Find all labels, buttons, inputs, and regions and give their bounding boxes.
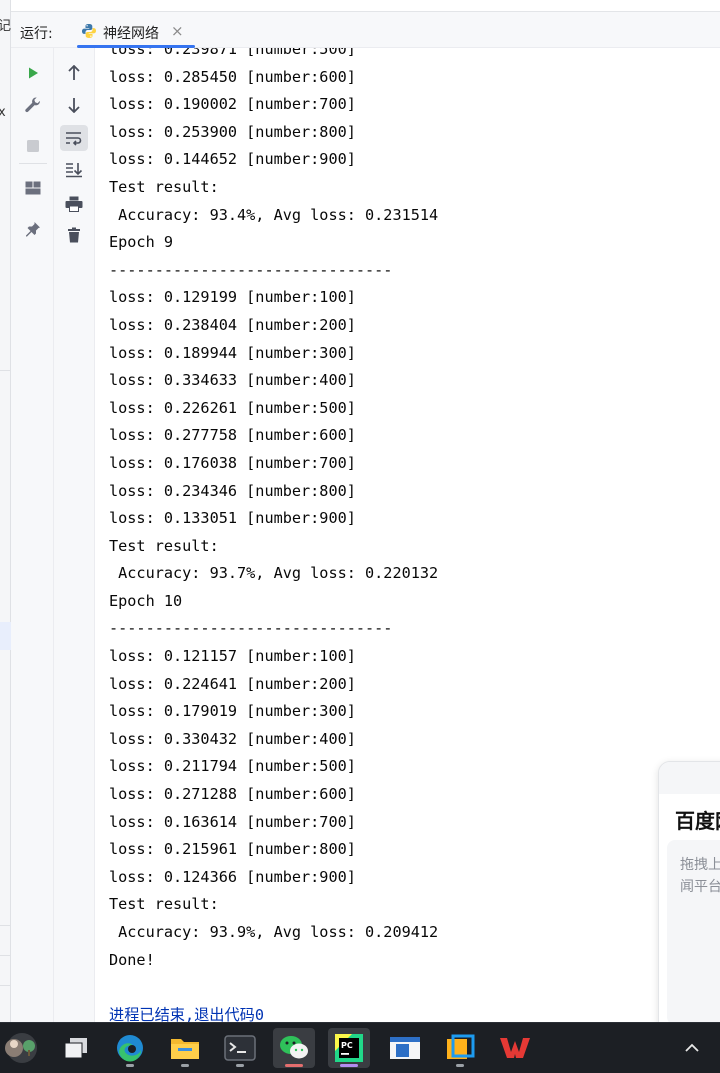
wrench-icon[interactable] [19, 92, 47, 118]
stop-icon[interactable] [19, 133, 47, 159]
background-text-fragment: 记 [0, 19, 12, 34]
soft-wrap-icon[interactable] [60, 125, 88, 151]
console-line: Accuracy: 93.4%, Avg loss: 0.231514 [109, 205, 439, 224]
edge-icon[interactable] [109, 1028, 151, 1068]
run-toolbar [11, 48, 54, 1022]
console-line: loss: 0.179019 [number:300] [109, 702, 356, 721]
screenshot-icon[interactable] [439, 1028, 481, 1068]
console-line: Accuracy: 93.9%, Avg loss: 0.209412 [109, 923, 439, 941]
wps-icon[interactable] [494, 1028, 536, 1068]
console-line: loss: 0.271288 [number:600] [109, 785, 356, 804]
pin-icon[interactable] [19, 216, 47, 242]
card-header-bar [659, 762, 720, 794]
trash-icon[interactable] [60, 222, 88, 248]
run-panel-header: 运行: 神经网络 × [11, 11, 720, 48]
background-text-fragment: x [0, 105, 6, 120]
print-icon[interactable] [60, 191, 88, 217]
console-line: loss: 0.239871 [number:500] [109, 48, 356, 58]
baidu-popup-card[interactable]: 百度网 拖拽上 闻平台 [658, 761, 720, 1038]
python-icon [82, 24, 96, 38]
console-line: ------------------------------- [109, 619, 393, 638]
console-line: Test result: [109, 177, 219, 196]
console-line: loss: 0.226261 [number:500] [109, 398, 356, 417]
console-line: loss: 0.176038 [number:700] [109, 453, 356, 472]
wechat-icon[interactable] [273, 1028, 315, 1068]
console-line: loss: 0.277758 [number:600] [109, 426, 356, 445]
console-line: loss: 0.334633 [number:400] [109, 371, 356, 390]
console-line: Test result: [109, 536, 219, 555]
card-text-line: 拖拽上 [680, 857, 720, 873]
console-toolbar [54, 48, 95, 1022]
notes-icon[interactable] [384, 1028, 426, 1068]
card-title: 百度网 [675, 809, 720, 833]
layout-icon[interactable] [19, 175, 47, 201]
console-line: loss: 0.163614 [number:700] [109, 812, 356, 831]
run-panel-label: 运行: [20, 26, 53, 42]
console-lines: loss: 0.239871 [number:500] loss: 0.28545… [109, 48, 438, 1022]
console-line: loss: 0.189944 [number:300] [109, 343, 356, 362]
console-line: Test result: [109, 895, 219, 914]
terminal-icon[interactable] [219, 1028, 261, 1068]
pycharm-icon[interactable]: PC [328, 1028, 370, 1068]
console-line: loss: 0.144652 [number:900] [109, 150, 356, 169]
file-explorer-icon[interactable] [164, 1028, 206, 1068]
console-line: 进程已结束,退出代码0 [109, 1005, 264, 1022]
chevron-up-icon[interactable] [672, 1028, 712, 1068]
console-line: loss: 0.215961 [number:800] [109, 840, 356, 859]
console-line: loss: 0.253900 [number:800] [109, 122, 356, 141]
console-line: loss: 0.124366 [number:900] [109, 867, 356, 886]
run-icon[interactable] [19, 60, 47, 86]
console-line: loss: 0.224641 [number:200] [109, 674, 356, 693]
task-view-icon[interactable] [55, 1028, 97, 1068]
arrow-up-icon[interactable] [60, 60, 88, 86]
console-line: Done! [109, 950, 155, 969]
screen: 记 x 运行: 神经网络 × loss: 0.239871 [number:50… [0, 0, 720, 1073]
tab-neural-network[interactable]: 神经网络 × [77, 12, 197, 48]
console-line: loss: 0.211794 [number:500] [109, 757, 356, 776]
card-text-line: 闻平台 [680, 879, 720, 895]
background-editor-edge: 记 x [0, 0, 11, 1022]
console-line: loss: 0.121157 [number:100] [109, 647, 356, 666]
arrow-down-icon[interactable] [60, 92, 88, 118]
console-output[interactable]: loss: 0.239871 [number:500] loss: 0.28545… [96, 48, 720, 1022]
console-line: Epoch 10 [109, 591, 183, 610]
console-line: loss: 0.285450 [number:600] [109, 67, 356, 86]
console-line: Accuracy: 93.7%, Avg loss: 0.220132 [109, 564, 439, 583]
taskbar: PC [0, 1022, 720, 1073]
scroll-to-end-icon[interactable] [60, 157, 88, 183]
console-line: loss: 0.234346 [number:800] [109, 481, 356, 500]
console-line: Epoch 9 [109, 233, 174, 252]
tab-title: 神经网络 [103, 26, 159, 42]
console-line: loss: 0.129199 [number:100] [109, 288, 356, 307]
console-line: loss: 0.133051 [number:900] [109, 509, 356, 528]
console-line: loss: 0.330432 [number:400] [109, 729, 356, 748]
close-icon[interactable]: × [171, 22, 184, 40]
console-line: loss: 0.238404 [number:200] [109, 315, 356, 334]
card-text: 拖拽上 闻平台 [680, 854, 720, 898]
user-avatar-icon[interactable] [0, 1028, 44, 1068]
pycharm-badge: PC [341, 1041, 353, 1050]
console-line: ------------------------------- [109, 260, 393, 279]
background-selection [0, 622, 11, 650]
console-line: loss: 0.190002 [number:700] [109, 95, 356, 114]
